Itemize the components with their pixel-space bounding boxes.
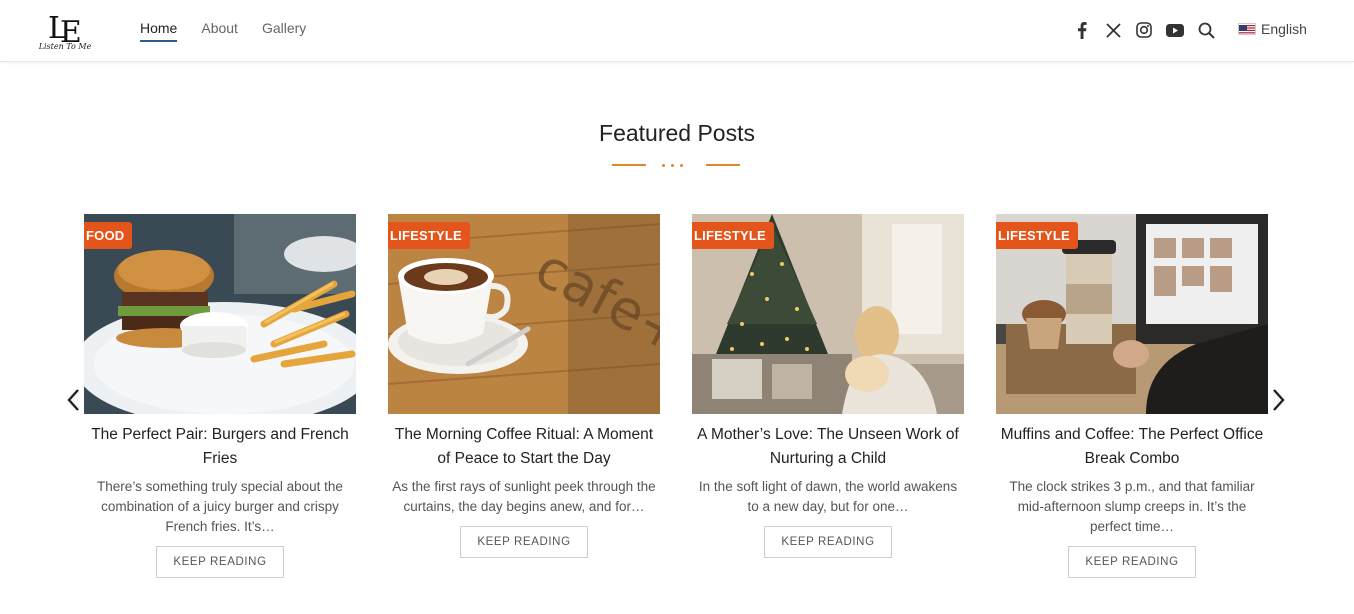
post-excerpt: There’s something truly special about th…: [97, 479, 343, 534]
keep-reading-button[interactable]: KEEP READING: [764, 526, 892, 558]
muffin-coffee-laptop-photo[interactable]: LIFESTYLE: [996, 214, 1268, 414]
post-title[interactable]: Muffins and Coffee: The Perfect Office B…: [996, 423, 1268, 471]
site-header: LE Listen To Me Home About Gallery Engli…: [0, 0, 1354, 62]
search-icon[interactable]: [1196, 20, 1216, 40]
facebook-icon[interactable]: [1072, 20, 1092, 40]
mother-christmas-tree-photo[interactable]: LIFESTYLE: [692, 214, 964, 414]
logo-mark: LE: [48, 11, 82, 50]
main-nav: Home About Gallery: [140, 20, 306, 42]
x-icon[interactable]: [1103, 20, 1123, 40]
site-logo[interactable]: LE Listen To Me: [34, 8, 96, 54]
keep-reading-button[interactable]: KEEP READING: [460, 526, 588, 558]
post-title[interactable]: The Morning Coffee Ritual: A Moment of P…: [388, 423, 660, 471]
keep-reading-button[interactable]: KEEP READING: [156, 546, 284, 578]
coffee-cup-photo[interactable]: cafe+ LIFESTYLE: [388, 214, 660, 414]
youtube-icon[interactable]: [1165, 20, 1185, 40]
post-excerpt: As the first rays of sunlight peek throu…: [392, 479, 656, 514]
category-badge[interactable]: FOOD: [84, 222, 133, 249]
carousel-next-arrow[interactable]: [1268, 388, 1288, 412]
burger-and-fries-photo[interactable]: FOOD: [84, 214, 356, 414]
post-title[interactable]: The Perfect Pair: Burgers and French Fri…: [84, 423, 356, 471]
post-excerpt: The clock strikes 3 p.m., and that famil…: [1009, 479, 1255, 534]
category-badge[interactable]: LIFESTYLE: [692, 222, 774, 249]
us-flag-icon: [1238, 23, 1256, 35]
section-divider: [612, 160, 742, 170]
logo-tagline: Listen To Me: [38, 42, 92, 51]
nav-item-gallery[interactable]: Gallery: [262, 20, 306, 42]
social-links: [1072, 20, 1227, 40]
instagram-icon[interactable]: [1134, 20, 1154, 40]
language-label: English: [1261, 21, 1307, 37]
keep-reading-button[interactable]: KEEP READING: [1068, 546, 1196, 578]
post-card: LIFESTYLE A Mother’s Love: The Unseen Wo…: [692, 214, 964, 558]
carousel-prev-arrow[interactable]: [64, 388, 84, 412]
post-card: FOOD The Perfect Pair: Burgers and Frenc…: [84, 214, 356, 578]
category-badge[interactable]: LIFESTYLE: [996, 222, 1078, 249]
category-badge[interactable]: LIFESTYLE: [388, 222, 470, 249]
post-card: cafe+ LIFESTYLE The Morning Coffee Ritua…: [388, 214, 660, 558]
nav-item-about[interactable]: About: [201, 20, 238, 42]
language-selector[interactable]: English: [1238, 21, 1307, 37]
post-excerpt: In the soft light of dawn, the world awa…: [698, 479, 958, 514]
post-card: LIFESTYLE Muffins and Coffee: The Perfec…: [996, 214, 1268, 578]
section-title: Featured Posts: [599, 120, 755, 146]
nav-item-home[interactable]: Home: [140, 20, 178, 42]
post-title[interactable]: A Mother’s Love: The Unseen Work of Nurt…: [692, 423, 964, 471]
